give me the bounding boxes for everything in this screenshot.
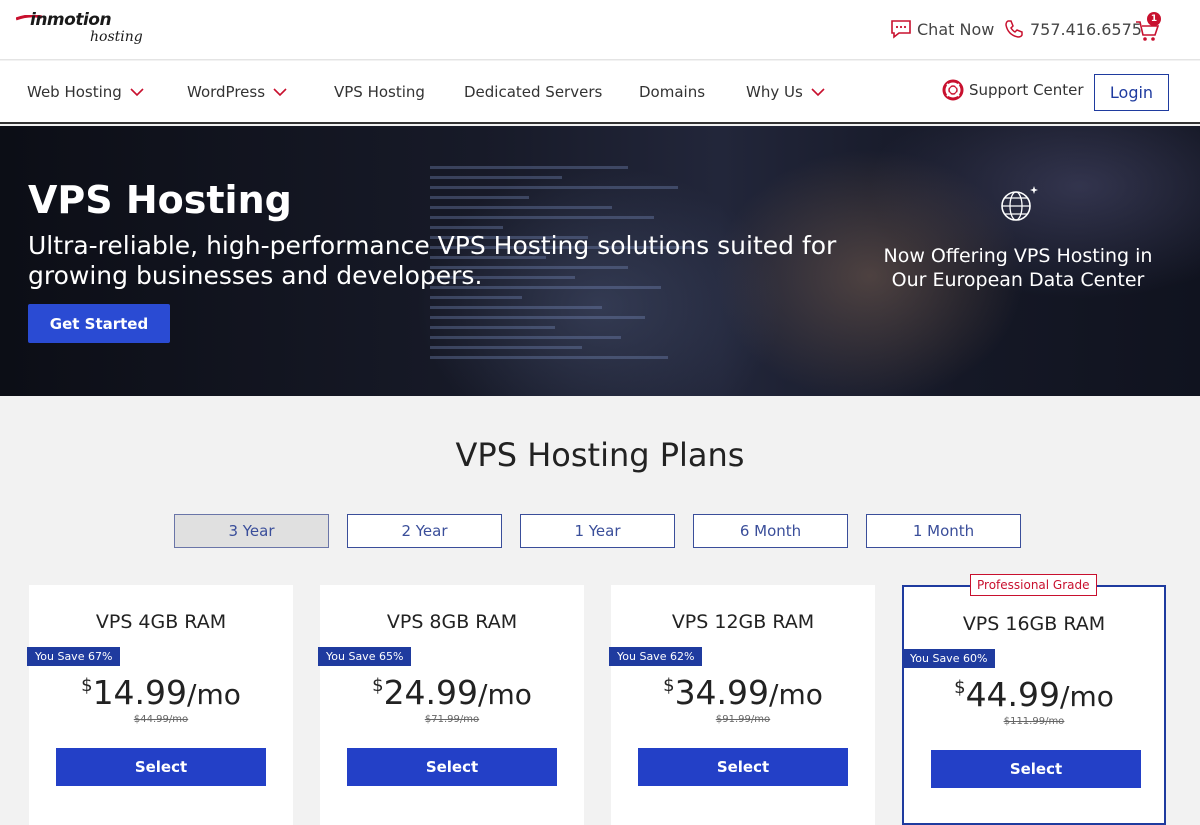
savings-badge: You Save 62% (609, 647, 703, 666)
nav-item-label: WordPress (187, 83, 266, 101)
plan-price: $14.99/mo (29, 673, 293, 712)
login-button[interactable]: Login (1094, 74, 1169, 111)
plan-card-vps-8gb: VPS 8GB RAM You Save 65% $24.99/mo $71.9… (318, 585, 584, 825)
term-tab-6-month[interactable]: 6 Month (693, 514, 848, 548)
savings-badge: You Save 60% (902, 649, 996, 668)
plan-price: $44.99/mo (904, 675, 1164, 714)
term-tab-1-month[interactable]: 1 Month (866, 514, 1021, 548)
logo-subtext: hosting (90, 29, 143, 45)
chat-now-link[interactable]: Chat Now (890, 17, 994, 41)
original-price: $44.99/mo (29, 714, 293, 725)
plan-price: $24.99/mo (320, 673, 584, 712)
main-nav: Web Hosting WordPress VPS Hosting Dedica… (0, 61, 1200, 124)
currency-symbol: $ (954, 677, 966, 698)
price-amount: 44.99 (965, 675, 1061, 714)
plan-price: $34.99/mo (611, 673, 875, 712)
original-price-value: 44.99/mo (140, 714, 189, 725)
original-price: $91.99/mo (611, 714, 875, 725)
select-plan-button[interactable]: Select (931, 750, 1141, 788)
select-plan-button[interactable]: Select (347, 748, 557, 786)
cart-button[interactable]: 1 (1135, 12, 1165, 44)
price-amount: 34.99 (674, 673, 770, 712)
nav-item-label: Domains (639, 83, 706, 101)
original-price-value: 71.99/mo (431, 714, 480, 725)
plans-section-title: VPS Hosting Plans (455, 436, 745, 474)
plan-name: VPS 16GB RAM (962, 613, 1106, 635)
chevron-down-icon (273, 88, 287, 97)
currency-symbol: $ (81, 675, 93, 696)
phone-icon (1005, 20, 1023, 38)
phone-number: 757.416.6575 (1030, 19, 1142, 39)
hero-banner: VPS Hosting Ultra-reliable, high-perform… (0, 126, 1200, 396)
top-bar: inmotion hosting Chat Now 757.416.6575 1 (0, 0, 1200, 60)
currency-symbol: $ (372, 675, 384, 696)
nav-item-dedicated-servers[interactable]: Dedicated Servers (464, 81, 602, 103)
get-started-button[interactable]: Get Started (28, 304, 170, 343)
nav-item-label: Why Us (746, 83, 803, 101)
price-period: /mo (1060, 680, 1114, 713)
european-data-center-notice: Now Offering VPS Hosting in Our European… (883, 245, 1153, 291)
original-price-value: 111.99/mo (1010, 716, 1065, 727)
lifebuoy-icon (942, 79, 964, 101)
plan-card-vps-12gb: VPS 12GB RAM You Save 62% $34.99/mo $91.… (609, 585, 875, 825)
chat-bubble-icon (891, 20, 911, 39)
cart-count-badge: 1 (1147, 12, 1161, 26)
price-period: /mo (769, 678, 823, 711)
original-price: $111.99/mo (904, 716, 1164, 727)
professional-grade-badge: Professional Grade (970, 574, 1097, 596)
nav-item-label: Dedicated Servers (464, 83, 603, 101)
chevron-down-icon (130, 88, 144, 97)
globe-icon (1001, 186, 1038, 221)
original-price-value: 91.99/mo (722, 714, 771, 725)
support-center-label: Support Center (969, 81, 1084, 99)
support-center-link[interactable]: Support Center (942, 79, 1084, 101)
price-period: /mo (478, 678, 532, 711)
nav-item-wordpress[interactable]: WordPress (187, 81, 287, 103)
price-amount: 14.99 (92, 673, 188, 712)
term-tab-1-year[interactable]: 1 Year (520, 514, 675, 548)
chevron-down-icon (811, 88, 825, 97)
savings-badge: You Save 67% (27, 647, 121, 666)
nav-item-why-us[interactable]: Why Us (746, 81, 825, 103)
nav-item-vps-hosting[interactable]: VPS Hosting (334, 81, 425, 103)
chat-now-label: Chat Now (917, 19, 995, 39)
price-amount: 24.99 (383, 673, 479, 712)
phone-link[interactable]: 757.416.6575 (1004, 17, 1142, 41)
nav-item-label: VPS Hosting (334, 83, 425, 101)
nav-item-web-hosting[interactable]: Web Hosting (27, 81, 144, 103)
price-period: /mo (187, 678, 241, 711)
plan-name: VPS 4GB RAM (95, 611, 227, 633)
inmotion-hosting-logo[interactable]: inmotion hosting (16, 10, 156, 50)
logo-text: inmotion (30, 10, 112, 30)
select-plan-button[interactable]: Select (638, 748, 848, 786)
select-plan-button[interactable]: Select (56, 748, 266, 786)
plan-name: VPS 12GB RAM (671, 611, 815, 633)
plan-card-vps-16gb: Professional Grade VPS 16GB RAM You Save… (902, 574, 1166, 825)
term-tab-2-year[interactable]: 2 Year (347, 514, 502, 548)
nav-item-label: Web Hosting (27, 83, 122, 101)
plan-name: VPS 8GB RAM (386, 611, 518, 633)
term-tab-3-year[interactable]: 3 Year (174, 514, 329, 548)
original-price: $71.99/mo (320, 714, 584, 725)
hero-title: VPS Hosting (28, 178, 292, 222)
currency-symbol: $ (663, 675, 675, 696)
savings-badge: You Save 65% (318, 647, 412, 666)
nav-item-domains[interactable]: Domains (639, 81, 705, 103)
hero-subtitle: Ultra-reliable, high-performance VPS Hos… (28, 231, 837, 290)
plan-card-vps-4gb: VPS 4GB RAM You Save 67% $14.99/mo $44.9… (27, 585, 293, 825)
